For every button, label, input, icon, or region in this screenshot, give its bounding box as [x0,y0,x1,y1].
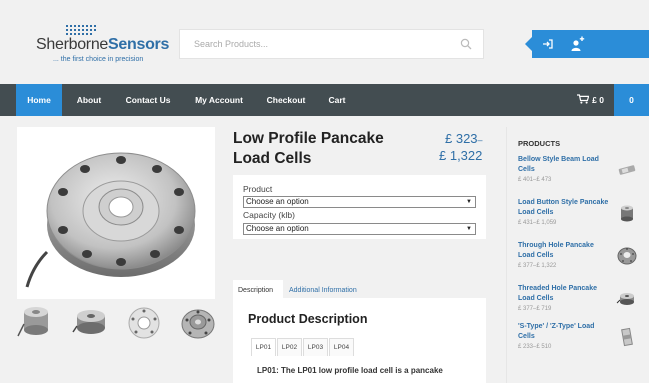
price-range-dash: – [477,135,483,145]
capacity-select[interactable]: Choose an option ▼ [243,223,476,235]
through-hole-cell-icon[interactable] [616,245,638,267]
description-title: Product Description [248,312,368,326]
sidebar-item-bellow-beam[interactable]: Bellow Style Beam Load Cells £ 401–£ 473 [518,155,646,183]
product-main-image[interactable] [17,127,215,299]
beam-load-cell-icon[interactable] [616,159,638,181]
site-header: SherborneSensors ... the first choice in… [0,0,649,84]
capacity-label: Capacity (klb) [243,210,295,220]
sidebar-item-threaded-hole[interactable]: Threaded Hole Pancake Load Cells £ 377–£… [518,284,646,312]
thumbnail-1[interactable] [17,302,55,344]
sidebar-item-s-type[interactable]: 'S-Type' / 'Z-Type' Load Cells £ 233–£ 5… [518,322,646,350]
s-type-cell-icon[interactable] [616,326,638,348]
thumbnail-3[interactable] [125,302,163,344]
nav-about[interactable]: About [70,84,108,116]
dropdown-arrow-icon: ▼ [466,226,472,232]
sidebar-item-name[interactable]: Through Hole Pancake Load Cells [518,241,610,261]
description-text: LP01: The LP01 low profile load cell is … [257,366,443,375]
nav-home[interactable]: Home [16,84,62,116]
capacity-select-value: Choose an option [246,224,309,233]
search-box [179,29,484,59]
logo-wordmark: SherborneSensors [36,36,170,53]
site-logo[interactable]: SherborneSensors ... the first choice in… [36,25,170,69]
sidebar-item-load-button[interactable]: Load Button Style Pancake Load Cells £ 4… [518,198,646,226]
products-sidebar: PRODUCTS Bellow Style Beam Load Cells £ … [506,127,646,383]
thumbnail-4[interactable] [179,302,217,344]
subtab-lp01[interactable]: LP01 [251,338,276,356]
cart-total[interactable]: £ 0 [534,84,614,116]
search-icon[interactable] [460,38,472,50]
logo-tagline: ... the first choice in precision [53,56,144,63]
dropdown-arrow-icon: ▼ [466,199,472,205]
account-bar [525,30,649,58]
cart-total-value: £ 0 [592,95,604,105]
nav-contact-us[interactable]: Contact Us [118,84,178,116]
description-panel: Product Description LP01 LP02 LP03 LP04 … [233,298,486,383]
account-bar-pointer [525,37,532,51]
load-button-icon[interactable] [616,202,638,224]
product-select-value: Choose an option [246,197,309,206]
sidebar-item-name[interactable]: Threaded Hole Pancake Load Cells [518,284,610,304]
sidebar-item-through-hole[interactable]: Through Hole Pancake Load Cells £ 377–£ … [518,241,646,269]
product-price-low: £ 323– [445,131,483,146]
sidebar-item-name[interactable]: Load Button Style Pancake Load Cells [518,198,610,218]
nav-checkout[interactable]: Checkout [260,84,312,116]
logo-dots-icon [66,25,96,35]
subtab-lp04[interactable]: LP04 [329,338,354,356]
product-select[interactable]: Choose an option ▼ [243,196,476,208]
sidebar-item-name[interactable]: Bellow Style Beam Load Cells [518,155,610,175]
login-arrow-icon[interactable] [541,37,555,51]
product-label: Product [243,184,273,194]
subtab-lp02[interactable]: LP02 [277,338,302,356]
nav-my-account[interactable]: My Account [188,84,250,116]
main-nav: Home About Contact Us My Account Checkou… [0,84,649,116]
search-input[interactable] [180,30,450,58]
product-title: Low Profile Pancake Load Cells [233,130,384,167]
product-thumbnails [17,302,217,346]
subtab-lp03[interactable]: LP03 [303,338,328,356]
pancake-load-cell-image [25,152,196,288]
cart-count-badge[interactable]: 0 [614,84,649,116]
price-low-value: £ 323 [445,131,478,146]
product-price-high: £ 1,322 [439,148,483,163]
nav-cart[interactable]: Cart [322,84,352,116]
sidebar-heading: PRODUCTS [518,139,561,148]
product-variations: Product Choose an option ▼ Capacity (klb… [233,175,486,239]
threaded-hole-cell-icon[interactable] [616,288,638,310]
thumbnail-2[interactable] [72,302,110,344]
sidebar-item-name[interactable]: 'S-Type' / 'Z-Type' Load Cells [518,322,610,342]
cart-icon [577,94,590,104]
user-plus-icon[interactable] [570,35,586,52]
